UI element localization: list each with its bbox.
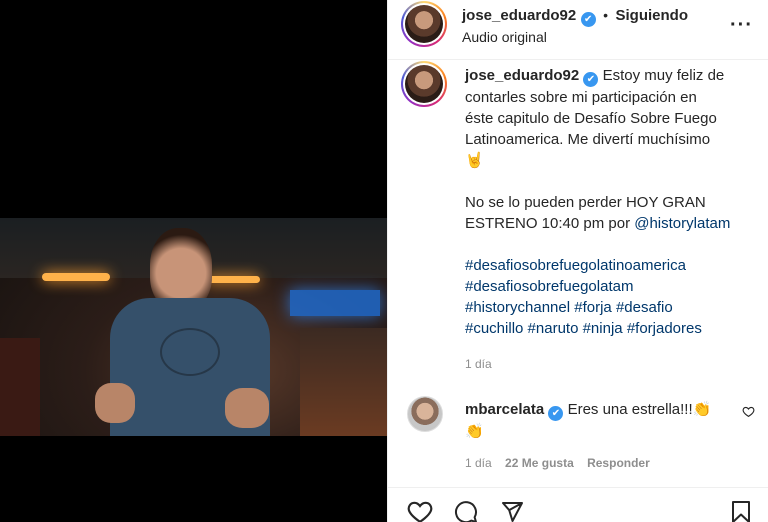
bookmark-icon[interactable] — [729, 500, 753, 522]
hashtag-line: #cuchillo #naruto #ninja #forjadores — [465, 318, 755, 339]
hashtag-link[interactable]: #forja — [574, 299, 612, 316]
caption-line: éste capitulo de Desafío Sobre Fuego — [465, 110, 717, 127]
comment-text: Eres una estrella!!!👏 — [567, 401, 712, 418]
caption-line: ESTRENO 10:40 pm por @historylatam — [465, 213, 755, 234]
caption-line: contarles sobre mi participación en — [465, 89, 697, 106]
hashtag-link[interactable]: #desafiosobrefuegolatam — [465, 278, 633, 295]
caption-block: jose_eduardo92 ✔ Estoy muy feliz de cont… — [465, 65, 755, 371]
commenter-username[interactable]: mbarcelata — [465, 401, 544, 418]
caption-author-avatar[interactable] — [401, 61, 447, 107]
post-header: jose_eduardo92 ✔ • Siguiendo Audio origi… — [388, 0, 768, 60]
hashtag-line: #desafiosobrefuegolatinoamerica — [465, 255, 755, 276]
separator: • — [603, 7, 609, 23]
post-details-panel: jose_eduardo92 ✔ • Siguiendo Audio origi… — [387, 0, 768, 522]
hashtag-link[interactable]: #desafio — [616, 299, 673, 316]
caption-text: Estoy muy feliz de — [602, 67, 725, 84]
verified-badge-icon: ✔ — [583, 72, 599, 87]
comment: mbarcelata ✔ Eres una estrella!!!👏 👏 1 d… — [465, 399, 735, 470]
send-icon[interactable] — [499, 500, 525, 522]
caption-line: Latinoamerica. Me divertí muchísimo — [465, 131, 711, 148]
video-player[interactable] — [0, 218, 387, 436]
comment-text-line2: 👏 — [465, 423, 484, 440]
background-light — [205, 276, 260, 283]
author-avatar[interactable] — [401, 1, 447, 47]
hashtag-link[interactable]: #cuchillo — [465, 320, 523, 337]
background-forge — [300, 328, 387, 436]
commenter-avatar[interactable] — [407, 396, 443, 432]
header-title-row: jose_eduardo92 ✔ • Siguiendo — [462, 7, 688, 27]
shirt-graphic — [160, 328, 220, 376]
comment-likes[interactable]: 22 Me gusta — [505, 456, 574, 470]
hashtag-list: #desafiosobrefuegolatinoamerica #desafio… — [465, 255, 755, 339]
small-heart-icon[interactable] — [742, 405, 755, 418]
comment-timestamp[interactable]: 1 día — [465, 456, 492, 470]
hashtag-line: #historychannel #forja #desafio — [465, 297, 755, 318]
author-username[interactable]: jose_eduardo92 — [462, 7, 576, 24]
background-light — [42, 273, 110, 281]
hashtag-line: #desafiosobrefuegolatam — [465, 276, 755, 297]
mention-link[interactable]: @historylatam — [634, 215, 730, 232]
verified-badge-icon: ✔ — [548, 406, 564, 421]
hashtag-link[interactable]: #forjadores — [627, 320, 702, 337]
action-bar — [388, 487, 768, 522]
caption-line: No se lo pueden perder HOY GRAN — [465, 194, 706, 211]
more-options-icon[interactable]: ··· — [730, 14, 753, 37]
hashtag-link[interactable]: #desafiosobrefuegolatinoamerica — [465, 257, 686, 274]
comment-line: mbarcelata ✔ Eres una estrella!!!👏 — [465, 399, 735, 421]
reply-button[interactable]: Responder — [587, 456, 650, 470]
audio-label[interactable]: Audio original — [462, 29, 547, 45]
caption-line: jose_eduardo92 ✔ Estoy muy feliz de — [465, 65, 755, 87]
heart-icon[interactable] — [407, 500, 433, 522]
person-hand-right — [225, 388, 269, 428]
post-media[interactable] — [0, 0, 387, 522]
comment-meta: 1 día 22 Me gusta Responder — [465, 456, 735, 470]
caption-text: ESTRENO 10:40 pm por — [465, 215, 635, 232]
hashtag-link[interactable]: #ninja — [583, 320, 623, 337]
caption-emoji: 🤘 — [465, 152, 484, 169]
caption-timestamp[interactable]: 1 día — [465, 357, 755, 371]
comment-icon[interactable] — [453, 500, 479, 522]
person-hand-left — [95, 383, 135, 423]
background-screen — [290, 290, 380, 316]
hashtag-link[interactable]: #historychannel — [465, 299, 570, 316]
background-shelf — [0, 338, 40, 436]
verified-badge-icon: ✔ — [580, 12, 596, 27]
following-button[interactable]: Siguiendo — [615, 7, 688, 24]
hashtag-link[interactable]: #naruto — [528, 320, 579, 337]
caption-username[interactable]: jose_eduardo92 — [465, 67, 579, 84]
